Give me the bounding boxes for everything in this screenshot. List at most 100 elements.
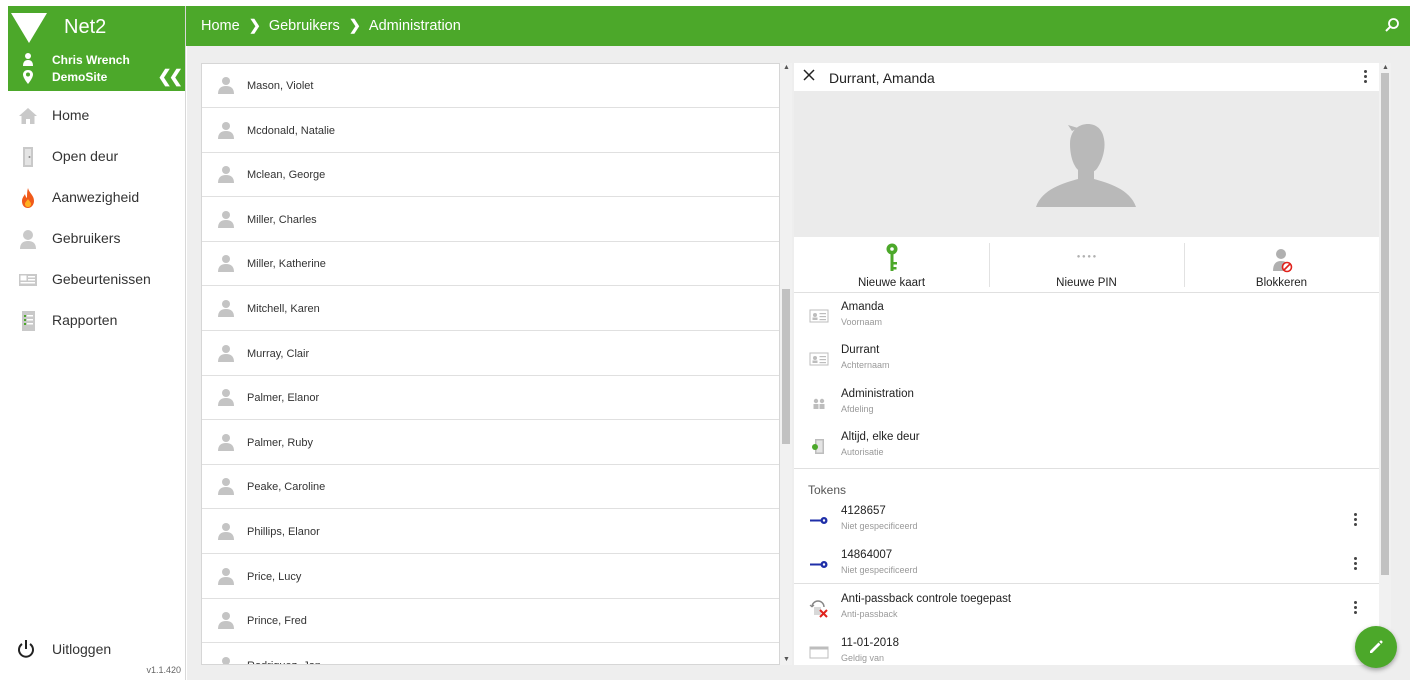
user-list-name: Palmer, Elanor: [247, 392, 320, 405]
user-list-item[interactable]: Miller, Charles: [202, 198, 779, 242]
avatar-icon: [217, 76, 235, 94]
field-value: Administration: [841, 388, 914, 400]
user-list-name: Murray, Clair: [247, 347, 310, 360]
detail-user-name: Durrant, Amanda: [829, 70, 935, 86]
nav-item-aanwezigheid[interactable]: Aanwezigheid: [8, 180, 186, 216]
new-pin-label: Nieuwe PIN: [1056, 277, 1117, 289]
edit-user-button[interactable]: [1355, 626, 1397, 668]
user-list-name: Mclean, George: [247, 169, 326, 182]
user-list-name: Mason, Violet: [247, 80, 314, 92]
report-icon: [22, 311, 35, 331]
nav-item-gebruikers[interactable]: Gebruikers: [8, 221, 186, 257]
avatar-icon: [217, 210, 235, 228]
current-user: Chris Wrench: [8, 52, 186, 68]
field-autorisatie[interactable]: Altijd, elke deur Autorisatie: [794, 427, 1379, 467]
user-list-item[interactable]: Peake, Caroline: [202, 465, 779, 510]
user-list-scrollbar[interactable]: ▲ ▼: [780, 63, 792, 665]
avatar-icon: [217, 299, 235, 317]
nav-item-gebeurtenissen[interactable]: Gebeurtenissen: [8, 262, 186, 298]
detail-header: Durrant, Amanda: [794, 63, 1379, 91]
user-list-item[interactable]: Phillips, Elanor: [202, 510, 779, 554]
chevron-right-icon: ❯: [348, 18, 361, 34]
nav-item-home[interactable]: Home: [8, 98, 186, 134]
scrollbar-thumb[interactable]: [782, 289, 790, 444]
field-label: Anti-passback: [841, 609, 898, 619]
nav-label: Aanwezigheid: [52, 189, 140, 205]
user-list-item[interactable]: Price, Lucy: [202, 555, 779, 599]
block-button[interactable]: Blokkeren: [1184, 237, 1379, 293]
user-list-item[interactable]: Prince, Fred: [202, 599, 779, 644]
new-pin-button[interactable]: ● ● ● ● Nieuwe PIN: [989, 237, 1184, 293]
more-options-icon[interactable]: [1361, 70, 1369, 86]
field-afdeling[interactable]: Administration Afdeling: [794, 384, 1379, 424]
anti-passback-icon: [809, 600, 828, 618]
close-icon[interactable]: [802, 68, 816, 82]
scroll-up-icon[interactable]: ▲: [783, 64, 790, 71]
key-fob-icon: [810, 517, 828, 524]
scrollbar-thumb[interactable]: [1381, 73, 1389, 575]
user-list-item[interactable]: Mitchell, Karen: [202, 287, 779, 331]
chevron-right-icon: ❯: [248, 18, 261, 34]
user-list-name: Palmer, Ruby: [247, 436, 314, 449]
breadcrumb-current: Administration: [368, 18, 461, 34]
user-list-item[interactable]: Murray, Clair: [202, 332, 779, 376]
user-list-item[interactable]: Mason, Violet: [202, 64, 779, 108]
key-icon: [886, 243, 897, 271]
anti-passback-options-icon[interactable]: [1351, 601, 1359, 617]
avatar-placeholder-icon: [1036, 124, 1136, 207]
user-list-item[interactable]: Mcdonald, Natalie: [202, 109, 779, 153]
user-list-item[interactable]: Miller, Katherine: [202, 242, 779, 287]
site-name: DemoSite: [52, 70, 108, 84]
token-row[interactable]: 14864007 Niet gespecificeerd: [794, 545, 1379, 585]
token-options-icon[interactable]: [1351, 557, 1359, 573]
scroll-down-icon[interactable]: ▼: [783, 656, 790, 663]
breadcrumb-gebruikers[interactable]: Gebruikers: [269, 18, 340, 34]
logout-button[interactable]: Uitloggen: [8, 634, 186, 662]
power-icon: [18, 640, 34, 658]
avatar-icon: [217, 656, 235, 664]
key-fob-icon: [810, 561, 828, 568]
search-icon[interactable]: [1384, 17, 1400, 33]
anti-passback-row[interactable]: Anti-passback controle toegepast Anti-pa…: [794, 589, 1379, 629]
divider: [794, 583, 1379, 584]
field-achternaam[interactable]: Durrant Achternaam: [794, 340, 1379, 380]
field-value: Altijd, elke deur: [841, 431, 920, 443]
calendar-icon: [809, 646, 829, 659]
user-list-item[interactable]: Palmer, Ruby: [202, 421, 779, 465]
user-list-name: Peake, Caroline: [247, 481, 326, 494]
avatar-icon: [217, 254, 235, 273]
avatar-icon: [217, 567, 235, 585]
token-row[interactable]: 4128657 Niet gespecificeerd: [794, 501, 1379, 541]
nav-item-open-deur[interactable]: Open deur: [8, 139, 186, 175]
token-options-icon[interactable]: [1351, 513, 1359, 529]
breadcrumb-home[interactable]: Home: [201, 18, 240, 34]
field-value: Durrant: [841, 344, 880, 356]
events-icon: [19, 274, 37, 286]
current-site[interactable]: DemoSite ❮❮: [8, 67, 186, 87]
scroll-up-icon[interactable]: ▲: [1382, 64, 1389, 71]
nav-label: Gebruikers: [52, 230, 121, 246]
detail-scrollbar[interactable]: ▲: [1379, 63, 1391, 665]
user-list-item[interactable]: Rodriguez, Jon: [202, 644, 779, 664]
token-value: 4128657: [841, 505, 886, 517]
field-geldig-van[interactable]: 11-01-2018 Geldig van: [794, 633, 1379, 665]
nav-item-rapporten[interactable]: Rapporten: [8, 303, 186, 339]
field-value: Anti-passback controle toegepast: [841, 593, 1012, 605]
token-value: 14864007: [841, 549, 893, 561]
user-list-name: Price, Lucy: [247, 570, 302, 583]
logo-icon: [11, 13, 47, 43]
user-list-name: Phillips, Elanor: [247, 526, 320, 538]
logout-label: Uitloggen: [52, 641, 112, 657]
user-list-item[interactable]: Palmer, Elanor: [202, 376, 779, 421]
user-list: Mason, Violet Mcdonald, Natalie Mclean, Ge…: [201, 63, 780, 665]
user-list-name: Mcdonald, Natalie: [247, 124, 336, 137]
token-label: Niet gespecificeerd: [841, 565, 918, 575]
id-card-icon: [809, 352, 829, 366]
avatar-icon: [217, 388, 235, 407]
user-photo: [794, 91, 1379, 237]
user-list-item[interactable]: Mclean, George: [202, 153, 779, 198]
collapse-sidebar-icon[interactable]: ❮❮: [158, 67, 183, 87]
new-card-button[interactable]: Nieuwe kaart: [794, 237, 989, 293]
new-card-label: Nieuwe kaart: [857, 277, 926, 289]
field-voornaam[interactable]: Amanda Voornaam: [794, 297, 1379, 337]
